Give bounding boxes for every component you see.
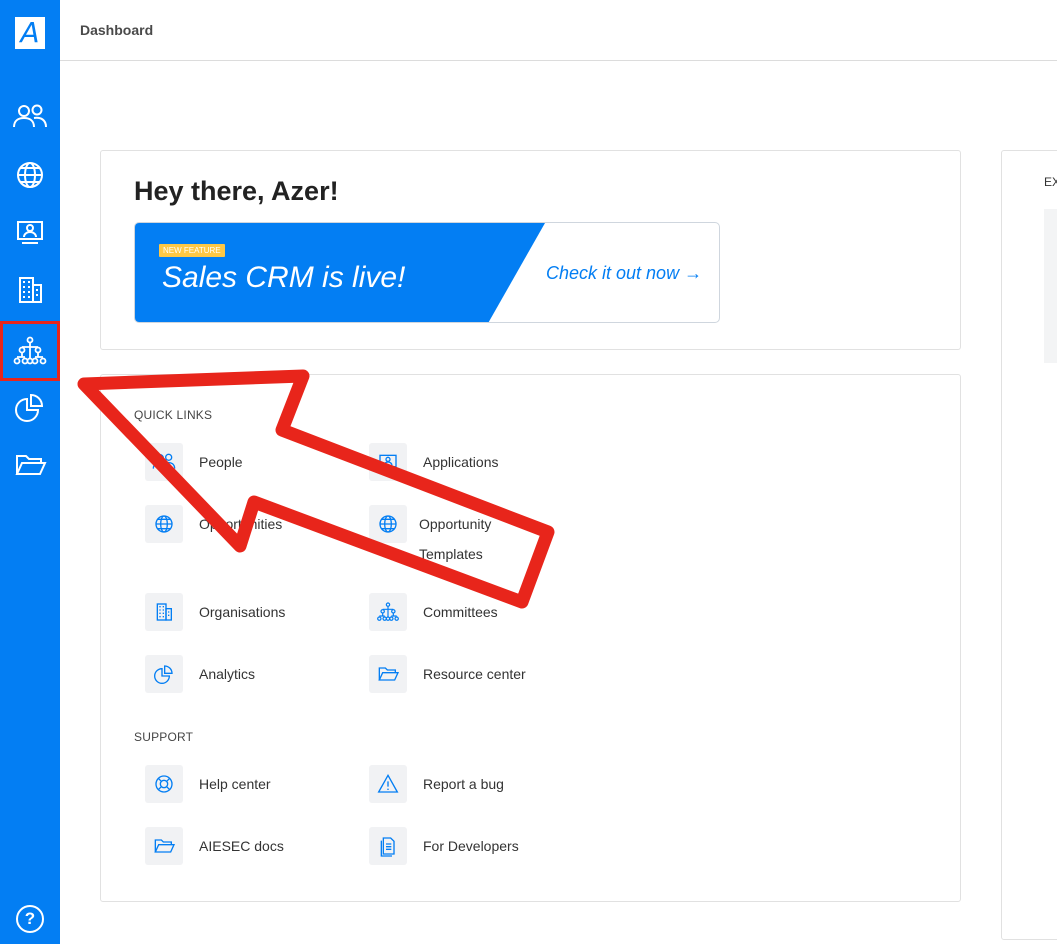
quick-link-applications[interactable]: Applications (369, 443, 499, 481)
globe-icon (17, 162, 43, 188)
globe-icon (379, 515, 397, 533)
support-link-for-developers[interactable]: For Developers (369, 827, 519, 865)
quick-link-label: Applications (423, 454, 499, 470)
sidebar-item-opportunities[interactable] (0, 147, 60, 203)
sidebar-item-analytics[interactable] (0, 379, 60, 435)
quick-link-label: Resource center (423, 666, 526, 682)
right-panel-content (1044, 209, 1057, 363)
top-bar: Dashboard (60, 0, 1057, 61)
quick-link-resource-center[interactable]: Resource center (369, 655, 526, 693)
pie-chart-icon (154, 665, 173, 684)
quick-link-organisations[interactable]: Organisations (145, 593, 285, 631)
monitor-user-icon (17, 221, 43, 244)
quick-link-label: Opportunity Templates (419, 516, 492, 562)
new-feature-badge: NEW FEATURE (159, 244, 225, 257)
folder-open-icon (15, 455, 47, 475)
quick-link-label: Opportunities (199, 516, 283, 532)
sidebar-item-people[interactable] (0, 89, 60, 145)
lifebuoy-icon (155, 775, 173, 793)
sidebar: A ? (0, 0, 60, 944)
monitor-user-icon (379, 454, 397, 470)
building-icon (156, 603, 172, 621)
building-icon (19, 277, 42, 303)
welcome-card: Hey there, Azer! NEW FEATURE Sales CRM i… (100, 150, 961, 350)
support-link-label: AIESEC docs (199, 838, 284, 854)
support-link-label: For Developers (423, 838, 519, 854)
quick-link-label: Committees (423, 604, 498, 620)
support-link-report-bug[interactable]: Report a bug (369, 765, 504, 803)
support-link-label: Help center (199, 776, 271, 792)
help-button[interactable]: ? (16, 905, 44, 933)
people-icon (13, 104, 47, 128)
app-logo[interactable]: A (15, 17, 45, 49)
quick-link-label: Analytics (199, 666, 256, 682)
quick-link-opportunity-templates[interactable]: Opportunity Templates (369, 505, 519, 569)
quick-links-title: QUICK LINKS (134, 408, 213, 422)
quick-link-committees[interactable]: Committees (369, 593, 498, 631)
people-icon (152, 453, 176, 469)
sidebar-item-resource-center[interactable] (0, 437, 60, 493)
quick-link-label: People (199, 454, 243, 470)
folder-open-icon (154, 839, 176, 853)
sales-crm-banner[interactable]: NEW FEATURE Sales CRM is live! Check it … (134, 222, 720, 323)
banner-cta-link[interactable]: Check it out now → (546, 263, 702, 284)
org-chart-icon (377, 602, 399, 621)
support-title: SUPPORT (134, 730, 194, 744)
globe-icon (155, 515, 173, 533)
sidebar-item-committees[interactable] (0, 321, 60, 381)
sidebar-item-organisations[interactable] (0, 262, 60, 318)
document-icon (380, 837, 395, 857)
greeting: Hey there, Azer! (134, 176, 339, 206)
org-chart-icon (13, 336, 47, 365)
support-link-aiesec-docs[interactable]: AIESEC docs (145, 827, 284, 865)
quick-link-analytics[interactable]: Analytics (145, 655, 255, 693)
links-card: QUICK LINKS People Applications Opportun… (100, 374, 961, 902)
folder-open-icon (378, 667, 400, 681)
banner-title: Sales CRM is live! (162, 261, 406, 294)
quick-link-opportunities[interactable]: Opportunities (145, 505, 282, 543)
quick-link-people[interactable]: People (145, 443, 243, 481)
sidebar-item-applications[interactable] (0, 204, 60, 260)
pie-chart-icon (15, 393, 44, 422)
support-link-label: Report a bug (423, 776, 504, 792)
support-link-help-center[interactable]: Help center (145, 765, 271, 803)
right-panel: EX (1001, 150, 1057, 940)
page-title: Dashboard (80, 22, 154, 38)
warning-icon (377, 773, 399, 793)
quick-link-label: Organisations (199, 604, 286, 620)
right-panel-title: EX (1044, 175, 1057, 189)
